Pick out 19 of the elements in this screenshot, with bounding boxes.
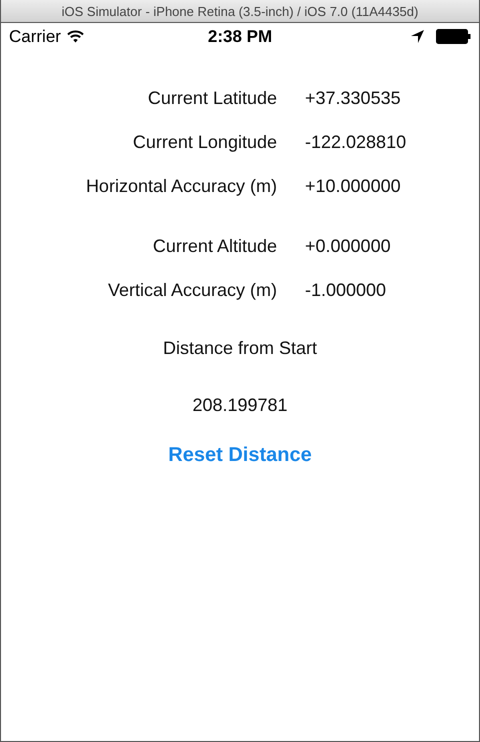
field-label: Horizontal Accuracy (m) xyxy=(84,176,277,196)
field-value: +37.330535 xyxy=(305,88,402,108)
field-label: Current Longitude xyxy=(132,132,277,152)
distance-label: Distance from Start xyxy=(162,338,318,359)
field-value: -122.028810 xyxy=(305,132,408,152)
field-value: +10.000000 xyxy=(305,176,402,196)
distance-value: 208.199781 xyxy=(192,395,288,416)
field-value: +0.000000 xyxy=(305,236,392,256)
wifi-icon xyxy=(66,30,84,43)
field-label: Vertical Accuracy (m) xyxy=(106,280,277,300)
field-label: Current Latitude xyxy=(146,88,277,108)
field-value: -1.000000 xyxy=(305,280,388,300)
location-arrow-icon xyxy=(411,30,424,43)
battery-icon xyxy=(436,29,471,44)
field-label: Current Altitude xyxy=(152,236,277,256)
reset-distance-button[interactable]: Reset Distance xyxy=(168,444,312,467)
carrier-label: Carrier xyxy=(9,26,61,46)
status-time: 2:38 PM xyxy=(208,26,272,46)
window-title: iOS Simulator - iPhone Retina (3.5-inch) / iOS 7.0 (11A4435d) xyxy=(62,4,418,18)
